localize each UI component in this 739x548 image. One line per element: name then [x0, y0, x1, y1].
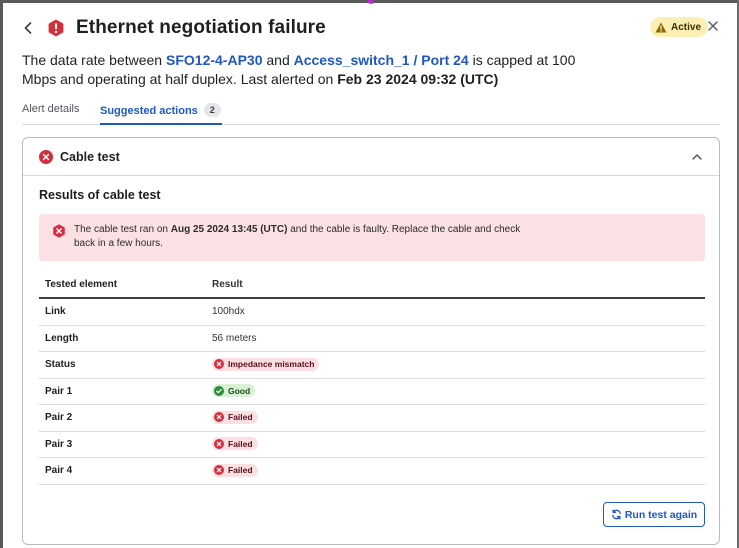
status-pill-label: Failed	[228, 465, 253, 475]
error-banner-text: The cable test ran on Aug 25 2024 13:45 …	[74, 223, 524, 251]
tab-suggested-actions[interactable]: Suggested actions 2	[100, 103, 222, 125]
header: Ethernet negotiation failure Active	[22, 14, 722, 42]
x-circle-icon	[214, 438, 224, 449]
status-pill-good: Good	[212, 384, 256, 397]
x-circle-icon	[39, 149, 53, 164]
tested-element-cell: Status	[45, 359, 76, 371]
back-button[interactable]	[22, 18, 34, 38]
x-circle-icon	[214, 465, 224, 475]
status-pill-label: Impedance mismatch	[228, 359, 315, 369]
error-hexagon-icon	[53, 224, 65, 238]
banner-text: The cable test ran on	[74, 224, 171, 235]
result-cell: Failed	[207, 410, 705, 426]
alert-hexagon-icon	[47, 19, 65, 37]
table-row: Status Impedance mismatch	[39, 352, 705, 379]
cable-test-table: Tested element Result Link 100hdx Length 56…	[39, 272, 705, 485]
tested-element-cell: Pair 2	[45, 412, 73, 424]
tab-bar: Alert details Suggested actions 2	[22, 98, 720, 125]
cable-test-card: Cable test Results of cable test The cab…	[22, 137, 720, 545]
page-title: Ethernet negotiation failure	[76, 17, 326, 38]
x-circle-icon	[214, 359, 224, 369]
tab-label: Alert details	[22, 103, 80, 115]
status-pill-label: Failed	[228, 412, 253, 422]
tested-element-cell: Link	[45, 306, 66, 318]
table-row: Length 56 meters	[39, 326, 705, 352]
description-text: The data rate between	[22, 52, 166, 68]
window-frame-left	[0, 0, 3, 548]
x-circle-icon	[214, 412, 224, 422]
table-body: Link 100hdx Length 56 meters Status Impedance…	[39, 299, 705, 485]
status-pill-error: Failed	[212, 410, 258, 424]
table-header: Tested element Result	[39, 272, 705, 299]
card-title: Cable test	[60, 149, 120, 164]
table-row: Pair 2 Failed	[39, 405, 705, 432]
tested-element-cell: Pair 1	[45, 385, 73, 397]
tab-count-badge: 2	[203, 103, 221, 117]
close-icon	[708, 21, 718, 31]
status-pill-error: Failed	[212, 437, 258, 450]
chevron-left-icon	[24, 22, 32, 34]
warning-triangle-icon	[655, 22, 667, 32]
result-cell: Failed	[207, 437, 705, 452]
card-header[interactable]: Cable test	[23, 138, 719, 176]
status-badge: Active	[650, 17, 709, 37]
alert-time: Feb 23 2024 09:32 (UTC)	[337, 71, 499, 87]
device-link[interactable]: SFO12-4-AP30	[166, 52, 262, 68]
run-test-again-label: Run test again	[624, 508, 698, 521]
drag-indicator	[368, 0, 374, 4]
result-cell: 100hdx	[212, 306, 245, 318]
column-header-result: Result	[212, 279, 243, 290]
column-header-element: Tested element	[45, 279, 118, 290]
tested-element-cell: Pair 4	[45, 465, 73, 477]
tested-element-cell: Length	[45, 332, 79, 344]
refresh-icon	[612, 509, 621, 520]
result-cell: Impedance mismatch	[207, 357, 705, 373]
error-banner: The cable test ran on Aug 25 2024 13:45 …	[39, 214, 705, 261]
tab-label: Suggested actions	[100, 105, 198, 117]
table-row: Pair 1 Good	[39, 379, 705, 405]
status-pill-label: Good	[228, 385, 251, 396]
results-title: Results of cable test	[39, 188, 161, 202]
result-cell: 56 meters	[212, 332, 257, 344]
status-pill-label: Failed	[228, 438, 253, 449]
table-row: Pair 4 Failed	[39, 458, 705, 485]
table-row: Pair 3 Failed	[39, 432, 705, 458]
status-pill-error: Failed	[212, 463, 258, 477]
check-circle-icon	[214, 385, 224, 396]
switch-port-link[interactable]: Access_switch_1 / Port 24	[294, 52, 469, 68]
chevron-up-icon[interactable]	[691, 151, 703, 163]
result-cell: Good	[207, 384, 705, 399]
status-pill-error: Impedance mismatch	[212, 357, 320, 371]
table-row: Link 100hdx	[39, 299, 705, 326]
close-button[interactable]	[706, 19, 720, 33]
result-cell: Failed	[207, 463, 705, 479]
tested-element-cell: Pair 3	[45, 438, 73, 450]
banner-date: Aug 25 2024 13:45 (UTC)	[170, 224, 288, 235]
run-test-again-button[interactable]: Run test again	[603, 502, 705, 527]
tab-alert-details[interactable]: Alert details	[22, 103, 79, 125]
status-badge-label: Active	[671, 21, 702, 33]
description-text: and	[262, 52, 294, 68]
alert-description: The data rate between SFO12-4-AP30 and A…	[22, 51, 582, 89]
